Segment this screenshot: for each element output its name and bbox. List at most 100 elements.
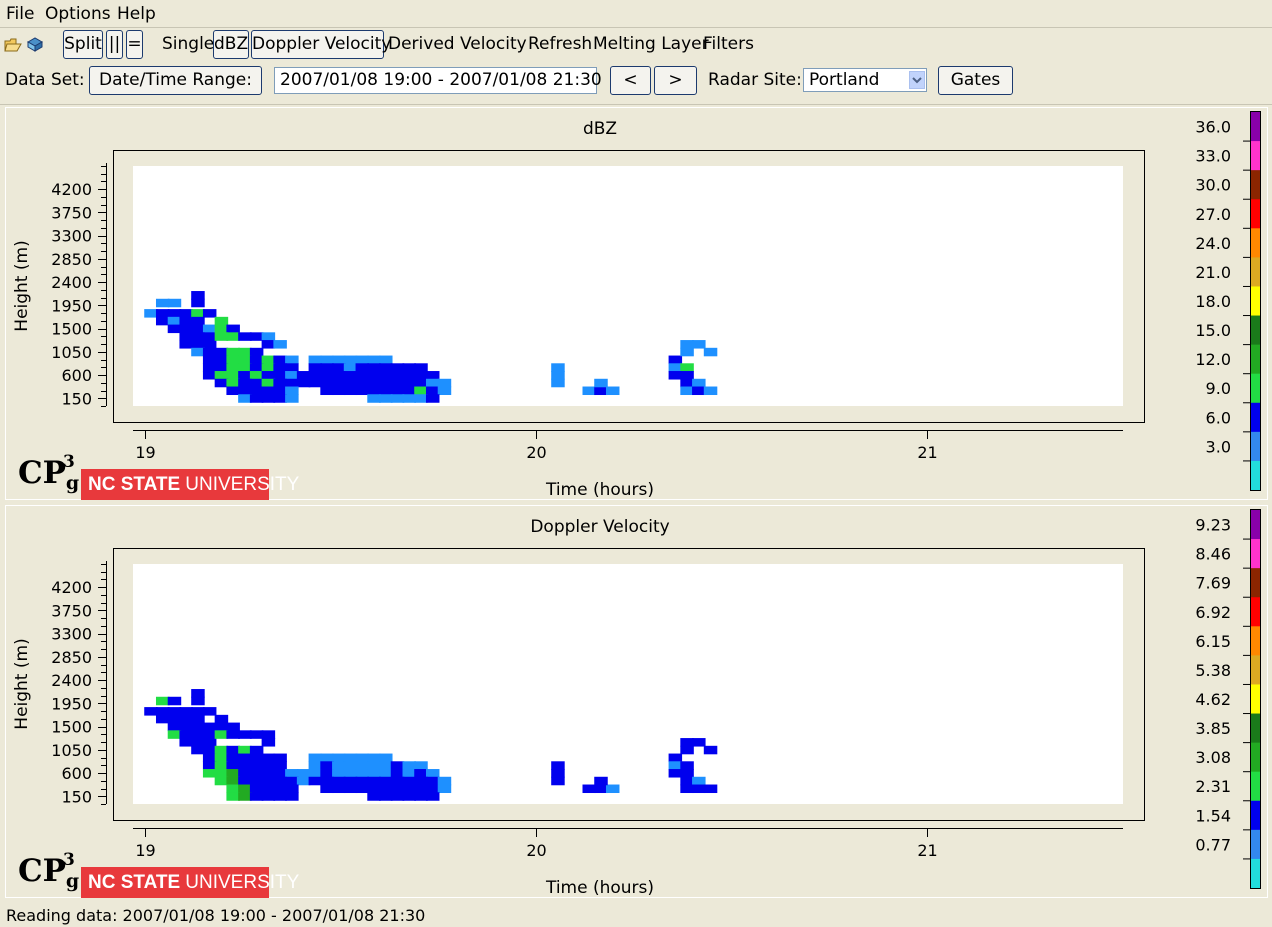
data-cell	[167, 730, 182, 739]
data-cell	[402, 776, 416, 786]
data-cell	[390, 761, 405, 770]
date-time-range-button[interactable]: Date/Time Range:	[89, 66, 262, 95]
data-cell	[285, 394, 299, 403]
data-cell	[202, 707, 217, 716]
data-cell	[226, 753, 240, 763]
menu-options[interactable]: Options	[45, 4, 111, 24]
data-cell	[332, 386, 346, 396]
data-cell	[692, 386, 706, 396]
data-cell	[285, 371, 299, 380]
data-cell	[551, 371, 565, 380]
data-cell	[425, 769, 440, 778]
data-cell	[155, 714, 170, 724]
y-tick-label: 4200	[51, 180, 92, 199]
menu-help[interactable]: Help	[117, 4, 156, 24]
colorbar-swatch	[1251, 141, 1260, 171]
filters-button[interactable]: Filters	[703, 34, 754, 54]
data-cell	[402, 394, 416, 403]
chevron-down-icon[interactable]	[909, 71, 925, 89]
data-cell	[355, 753, 370, 763]
y-tick-label: 1950	[51, 296, 92, 315]
y-tick-label: 2850	[51, 250, 92, 269]
data-cell	[367, 753, 381, 763]
y-tick-label: 3300	[51, 625, 92, 644]
data-cell	[238, 753, 252, 763]
data-cell	[285, 363, 299, 372]
colorbar-swatch	[1251, 257, 1260, 287]
data-cell	[273, 753, 287, 763]
data-cell	[226, 792, 240, 801]
data-cell	[249, 753, 264, 763]
data-cell	[320, 378, 334, 388]
data-cell	[582, 386, 596, 396]
x-tick-label: 20	[526, 841, 546, 860]
data-cell	[680, 386, 694, 396]
nc-state-logo: NC STATE UNIVERSITY	[81, 867, 299, 898]
refresh-button[interactable]: Refresh	[528, 34, 592, 54]
data-cell	[703, 386, 718, 396]
data-cell	[202, 769, 217, 778]
data-cell	[414, 386, 428, 396]
data-cell	[226, 745, 240, 755]
melting-layer-button[interactable]: Melting Layer	[593, 34, 709, 54]
data-cell	[273, 340, 287, 349]
data-cell	[680, 769, 694, 778]
data-cell	[355, 784, 370, 794]
equal-split-button[interactable]: =	[126, 30, 143, 59]
data-cell	[425, 776, 440, 786]
previous-button[interactable]: <	[610, 66, 651, 95]
data-cell	[379, 792, 393, 801]
data-cell	[191, 707, 205, 716]
data-cell	[285, 355, 299, 365]
menu-file[interactable]: File	[6, 4, 34, 24]
data-cell	[285, 792, 299, 801]
doppler-velocity-toggle[interactable]: Doppler Velocity	[251, 30, 391, 59]
data-cell	[692, 340, 706, 349]
data-cell	[367, 386, 381, 396]
gates-button[interactable]: Gates	[938, 66, 1013, 95]
data-cell	[155, 316, 170, 326]
data-cell	[390, 769, 405, 778]
data-cell	[202, 332, 217, 341]
split-button[interactable]: Split	[63, 30, 103, 59]
vertical-split-button[interactable]: ||	[106, 30, 123, 59]
data-cell	[261, 394, 276, 403]
data-cell	[437, 378, 452, 388]
colorbar-swatch	[1251, 199, 1260, 229]
dbz-toggle[interactable]: dBZ	[213, 30, 249, 59]
book-icon[interactable]	[26, 36, 44, 54]
data-cell	[261, 738, 276, 747]
colorbar-swatch	[1251, 286, 1260, 317]
data-cell	[355, 386, 370, 396]
derived-velocity-toggle[interactable]: Derived Velocity	[388, 34, 527, 54]
data-cell	[249, 386, 264, 396]
data-cell	[414, 761, 428, 770]
data-cell	[238, 745, 252, 755]
colorbar-label: 27.0	[1195, 205, 1231, 224]
data-cell	[238, 761, 252, 770]
date-range-field[interactable]: 2007/01/08 19:00 - 2007/01/08 21:30	[274, 67, 602, 94]
colorbar-label: 15.0	[1195, 321, 1231, 340]
data-cell	[332, 371, 346, 380]
data-cell	[402, 792, 416, 801]
data-cell	[261, 378, 276, 388]
data-cell	[285, 769, 299, 778]
radar-site-value: Portland	[809, 70, 880, 90]
data-cell	[414, 776, 428, 786]
data-cell	[703, 745, 718, 755]
data-cell	[355, 363, 370, 372]
data-cell	[437, 776, 452, 786]
single-toggle[interactable]: Single	[162, 34, 214, 54]
radar-site-select[interactable]: Portland	[803, 68, 927, 92]
data-cell	[308, 363, 323, 372]
data-cell	[249, 745, 264, 755]
next-button[interactable]: >	[654, 66, 697, 95]
data-cell	[273, 355, 287, 365]
open-folder-icon[interactable]	[4, 36, 22, 54]
colorbar-label: 6.15	[1195, 632, 1231, 651]
data-cell	[379, 386, 393, 396]
data-cell	[414, 363, 428, 372]
data-cell	[191, 309, 205, 318]
data-cell	[226, 769, 240, 778]
data-cell	[202, 738, 217, 747]
